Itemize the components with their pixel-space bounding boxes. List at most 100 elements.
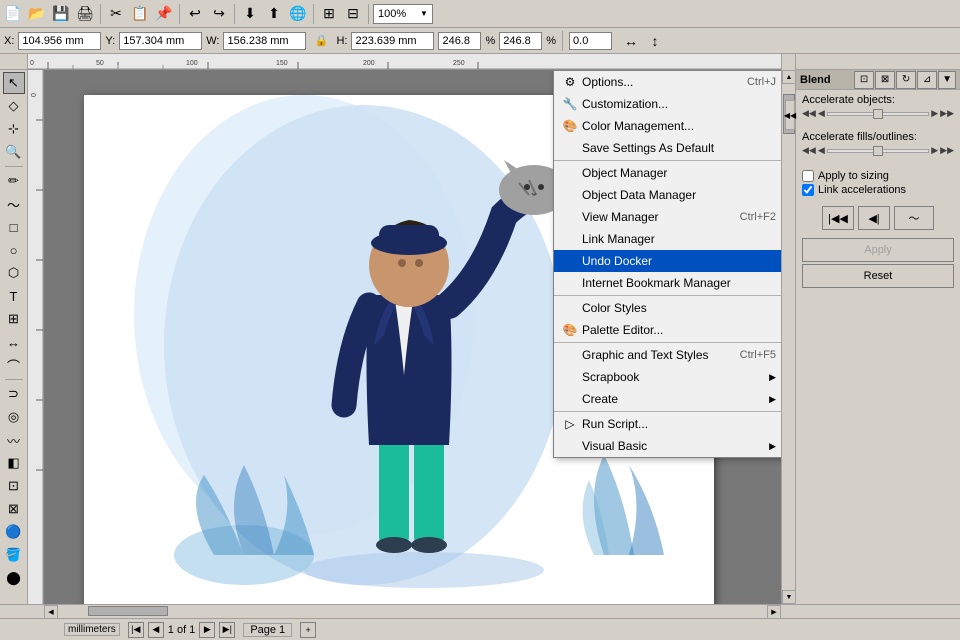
menu-item-object-data-manager[interactable]: Object Data Manager: [554, 184, 781, 206]
accel-fill-right-arrow[interactable]: ▶: [931, 145, 938, 156]
freehand-tool[interactable]: ✏: [3, 170, 25, 192]
blend-ctrl-3[interactable]: 〜: [894, 206, 934, 230]
accel-fill-left-arrow[interactable]: ◀◀: [802, 145, 816, 156]
y-input[interactable]: [123, 35, 198, 47]
w-input[interactable]: [227, 35, 302, 47]
page-first-btn[interactable]: |◀: [128, 622, 144, 638]
export-btn[interactable]: ⬆: [263, 3, 285, 25]
menu-item-color-styles[interactable]: Color Styles: [554, 297, 781, 319]
apply-sizing-checkbox[interactable]: [802, 170, 814, 182]
page-last-btn[interactable]: ▶|: [219, 622, 235, 638]
shape-tool[interactable]: ◇: [3, 95, 25, 117]
accel-obj-left-arrow[interactable]: ◀◀: [802, 108, 816, 119]
publish-btn[interactable]: 🌐: [287, 3, 309, 25]
blend-tool[interactable]: ⊃: [3, 383, 25, 405]
apply-button[interactable]: Apply: [802, 238, 954, 262]
accel-obj-left-arrow2[interactable]: ◀: [818, 108, 825, 119]
accel-fills-thumb[interactable]: [873, 146, 883, 156]
zoom-input[interactable]: [378, 8, 418, 20]
h2-input[interactable]: [503, 35, 538, 47]
rect-tool[interactable]: □: [3, 216, 25, 238]
menu-item-internet-bookmark[interactable]: Internet Bookmark Manager: [554, 272, 781, 294]
copy-btn[interactable]: 📋: [129, 3, 151, 25]
h-scroll-thumb[interactable]: [88, 606, 168, 616]
crop-tool[interactable]: ⊹: [3, 118, 25, 140]
accel-objects-track[interactable]: [827, 112, 929, 116]
ellipse-tool[interactable]: ○: [3, 239, 25, 261]
extrude-tool[interactable]: ⊠: [3, 498, 25, 520]
smart-tool[interactable]: 〜: [3, 193, 25, 215]
open-btn[interactable]: 📂: [26, 3, 48, 25]
shadow-tool[interactable]: ◧: [3, 452, 25, 474]
undo-btn[interactable]: ↩: [184, 3, 206, 25]
x-input[interactable]: [22, 35, 97, 47]
new-btn[interactable]: 📄: [2, 3, 24, 25]
h-input[interactable]: [355, 35, 430, 47]
blend-expand[interactable]: ▼: [938, 71, 956, 89]
blend-type-1[interactable]: ⊡: [854, 71, 874, 89]
panel-collapse-btn[interactable]: ◀◀: [785, 100, 795, 130]
snap-btn[interactable]: ⊞: [318, 3, 340, 25]
save-btn[interactable]: 💾: [50, 3, 72, 25]
zoom-dropdown[interactable]: ▼: [420, 9, 428, 18]
accel-obj-right-arrow2[interactable]: ▶▶: [940, 108, 954, 119]
paste-btn[interactable]: 📌: [153, 3, 175, 25]
smart-fill-tool[interactable]: ⬤: [3, 567, 25, 589]
menu-item-graphic-text-styles[interactable]: Graphic and Text Styles Ctrl+F5: [554, 344, 781, 366]
page-next-btn[interactable]: ▶: [199, 622, 215, 638]
scroll-track[interactable]: [782, 84, 795, 590]
select-tool[interactable]: ↖: [3, 72, 25, 94]
blend-type-2[interactable]: ⊠: [875, 71, 895, 89]
text-tool[interactable]: T: [3, 285, 25, 307]
menu-item-create[interactable]: Create ▶: [554, 388, 781, 410]
envelope-tool[interactable]: ⊡: [3, 475, 25, 497]
table-tool[interactable]: ⊞: [3, 308, 25, 330]
lock-ratio-btn[interactable]: 🔒: [310, 30, 332, 52]
blend-type-4[interactable]: ⊿: [917, 71, 937, 89]
scroll-down-btn[interactable]: ▼: [782, 590, 796, 604]
accel-objects-thumb[interactable]: [873, 109, 883, 119]
menu-item-object-manager[interactable]: Object Manager: [554, 162, 781, 184]
menu-item-palette-editor[interactable]: 🎨 Palette Editor...: [554, 319, 781, 341]
menu-item-undo-docker[interactable]: Undo Docker: [554, 250, 781, 272]
reset-button[interactable]: Reset: [802, 264, 954, 288]
menu-item-save-settings[interactable]: Save Settings As Default: [554, 137, 781, 159]
connector-tool[interactable]: ⌒: [3, 354, 25, 376]
rotate-input[interactable]: [573, 35, 608, 47]
flip-v-btn[interactable]: ↕: [644, 30, 666, 52]
blend-type-3[interactable]: ↻: [896, 71, 916, 89]
cut-btn[interactable]: ✂: [105, 3, 127, 25]
page-name-tab[interactable]: Page 1: [243, 623, 292, 637]
menu-item-options[interactable]: ⚙ Options... Ctrl+J: [554, 71, 781, 93]
accel-obj-right-arrow[interactable]: ▶: [931, 108, 938, 119]
menu-item-color-management[interactable]: 🎨 Color Management...: [554, 115, 781, 137]
poly-tool[interactable]: ⬡: [3, 262, 25, 284]
print-btn[interactable]: 🖨: [74, 3, 96, 25]
import-btn[interactable]: ⬇: [239, 3, 261, 25]
link-accel-checkbox[interactable]: [802, 184, 814, 196]
blend-ctrl-2[interactable]: ◀|: [858, 206, 890, 230]
flip-h-btn[interactable]: ↔: [620, 30, 642, 52]
add-page-btn[interactable]: +: [300, 622, 316, 638]
menu-item-customization[interactable]: 🔧 Customization...: [554, 93, 781, 115]
menu-item-visual-basic[interactable]: Visual Basic ▶: [554, 435, 781, 457]
scroll-left-btn[interactable]: ◀: [44, 605, 58, 619]
snap2-btn[interactable]: ⊟: [342, 3, 364, 25]
distort-tool[interactable]: 〰: [3, 429, 25, 451]
accel-fill-left-arrow2[interactable]: ◀: [818, 145, 825, 156]
blend-ctrl-1[interactable]: |◀◀: [822, 206, 854, 230]
menu-item-run-script[interactable]: ▷ Run Script...: [554, 413, 781, 435]
dim-tool[interactable]: ↔: [3, 331, 25, 353]
scroll-right-btn[interactable]: ▶: [767, 605, 781, 619]
eyedrop-tool[interactable]: 🔵: [3, 521, 25, 543]
page-prev-btn[interactable]: ◀: [148, 622, 164, 638]
h-scroll-track[interactable]: [58, 605, 767, 618]
menu-item-link-manager[interactable]: Link Manager: [554, 228, 781, 250]
menu-item-view-manager[interactable]: View Manager Ctrl+F2: [554, 206, 781, 228]
menu-item-scrapbook[interactable]: Scrapbook ▶: [554, 366, 781, 388]
zoom-tool[interactable]: 🔍: [3, 141, 25, 163]
accel-fills-track[interactable]: [827, 149, 929, 153]
fill-tool[interactable]: 🪣: [3, 544, 25, 566]
redo-btn[interactable]: ↪: [208, 3, 230, 25]
accel-fill-right-arrow2[interactable]: ▶▶: [940, 145, 954, 156]
